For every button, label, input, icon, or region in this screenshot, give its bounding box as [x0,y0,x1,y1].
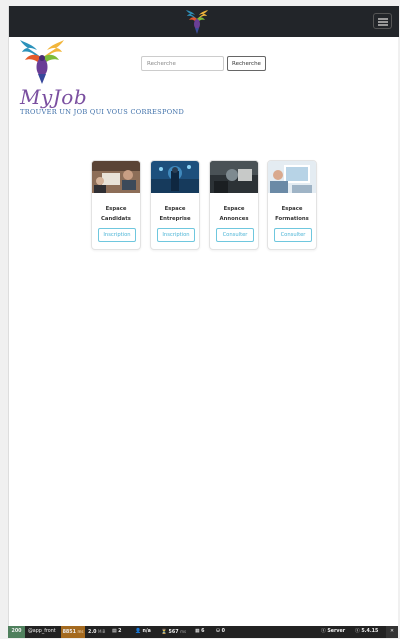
symfony-version[interactable]: ⓢ 5.4.15 [355,626,378,638]
user-info[interactable]: 👤 n/a [135,626,151,638]
inscription-entreprise-button[interactable]: Inscription [157,228,195,242]
search-button[interactable]: Recherche [227,56,266,71]
navbar-toggle-button[interactable] [373,13,392,29]
brand-tagline: TROUVER UN JOB QUI VOUS CORRESPOND [20,108,185,116]
cache-icon: ▦ [195,629,200,634]
db-queries[interactable]: ⛁ 0 [216,626,225,638]
card-title: Espace Annonces [219,206,249,222]
request-time[interactable]: 8851 ms [61,626,85,638]
card-image-annonces [210,161,258,193]
phoenix-logo-icon[interactable] [17,38,67,84]
card-title: Espace Formations [275,206,309,222]
close-icon: ✕ [389,629,395,634]
symfony-logo-icon: ⓢ [355,629,360,634]
card-image-formations [268,161,316,193]
card-image-entreprise [151,161,199,193]
hamburger-menu-icon [378,18,388,20]
card-espace-candidats: Espace Candidats Inscription [91,160,141,250]
card-espace-formations: Espace Formations Consulter [267,160,317,250]
symfony-icon: ⓢ [321,629,326,634]
database-icon: ⛁ [216,629,221,634]
search-input[interactable] [141,56,224,71]
debug-toolbar: 200 @app_front 8851 ms 2.0 MiB ▤ 2 👤 n/a… [8,626,398,638]
phoenix-logo-icon[interactable] [185,9,209,34]
card-espace-entreprise: Espace Entreprise Inscription [150,160,200,250]
timer-icon: ⏳ [161,630,167,635]
close-toolbar-button[interactable]: ✕ [386,626,398,638]
consulter-formations-button[interactable]: Consulter [274,228,312,242]
brand-name: MyJob [20,85,88,109]
form-icon: ▤ [112,629,117,634]
page: MyJob TROUVER UN JOB QUI VOUS CORRESPOND… [8,6,399,626]
status-code-badge[interactable]: 200 [8,626,25,638]
card-espace-annonces: Espace Annonces Consulter [209,160,259,250]
navbar [9,6,399,37]
card-title: Espace Candidats [101,206,131,222]
route-name[interactable]: @app_front [28,626,56,638]
card-title: Espace Entreprise [159,206,191,222]
consulter-annonces-button[interactable]: Consulter [216,228,254,242]
server-info[interactable]: ⓢ Server [321,626,345,638]
card-image-candidats [92,161,140,193]
cache-count[interactable]: ▦ 6 [195,626,204,638]
forms-count[interactable]: ▤ 2 [112,626,121,638]
inscription-candidats-button[interactable]: Inscription [98,228,136,242]
memory-usage[interactable]: 2.0 MiB [88,626,105,638]
user-icon: 👤 [135,629,141,634]
performance-time[interactable]: ⏳ 567 ms [161,626,186,638]
